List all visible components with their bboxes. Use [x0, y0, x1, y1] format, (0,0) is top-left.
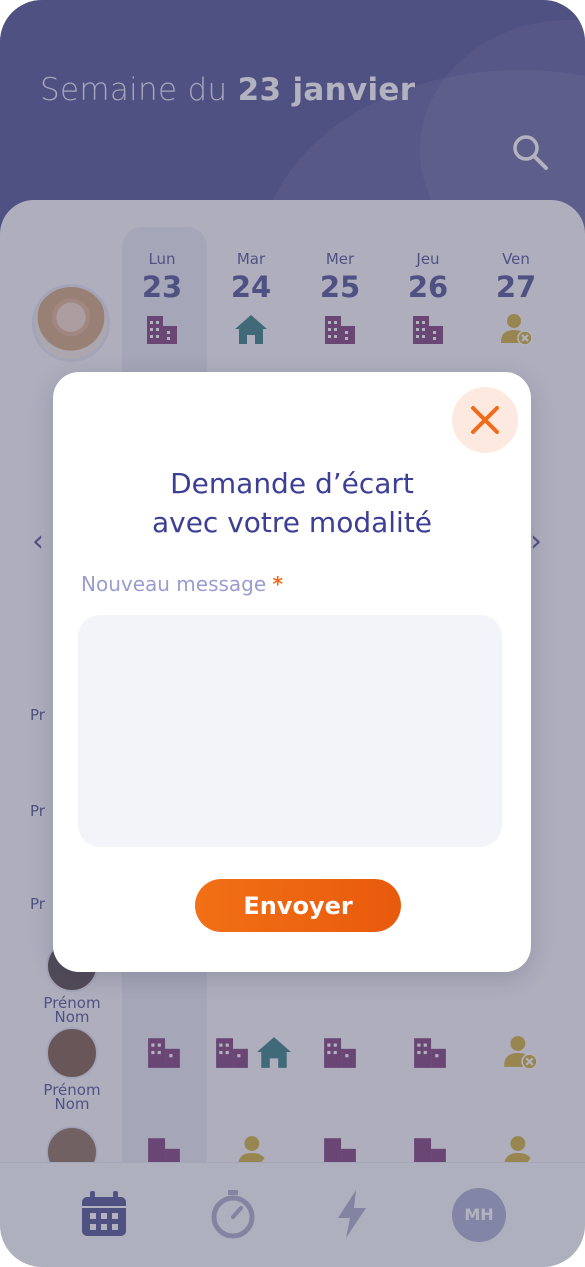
send-button[interactable]: Envoyer [195, 879, 401, 932]
modal-title: Demande d’écart avec votre modalité [151, 467, 433, 539]
close-button[interactable] [452, 387, 518, 453]
message-input[interactable] [78, 615, 502, 847]
request-modal: Demande d’écart avec votre modalité Nouv… [53, 372, 531, 972]
required-mark: * [272, 572, 284, 596]
app-screen: Semaine du 23 janvier Lun 23 Mar 24 Mer … [0, 0, 585, 1267]
close-icon [471, 406, 499, 434]
message-label: Nouveau message * [81, 572, 284, 596]
